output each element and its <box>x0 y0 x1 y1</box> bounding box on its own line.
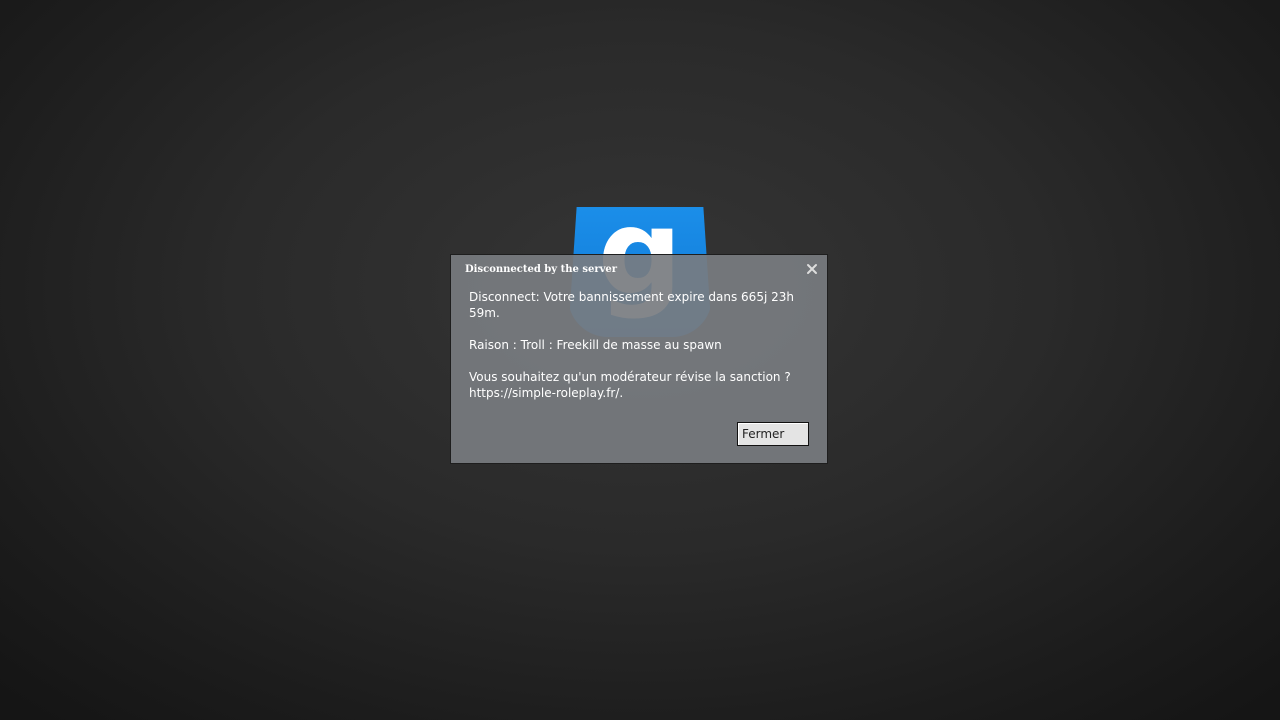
disconnect-reason-text: Disconnect: Votre bannissement expire da… <box>469 290 794 320</box>
ban-reason-text: Raison : Troll : Freekill de masse au sp… <box>469 338 722 352</box>
fermer-button[interactable]: Fermer <box>737 422 809 446</box>
dialog-title: Disconnected by the server <box>465 264 618 275</box>
close-icon <box>807 264 817 274</box>
close-button[interactable] <box>805 262 819 276</box>
dialog-message: Disconnect: Votre bannissement expire da… <box>469 289 799 417</box>
appeal-text: Vous souhaitez qu'un modérateur révise l… <box>469 370 791 400</box>
disconnect-dialog: Disconnected by the server Disconnect: V… <box>450 254 828 464</box>
